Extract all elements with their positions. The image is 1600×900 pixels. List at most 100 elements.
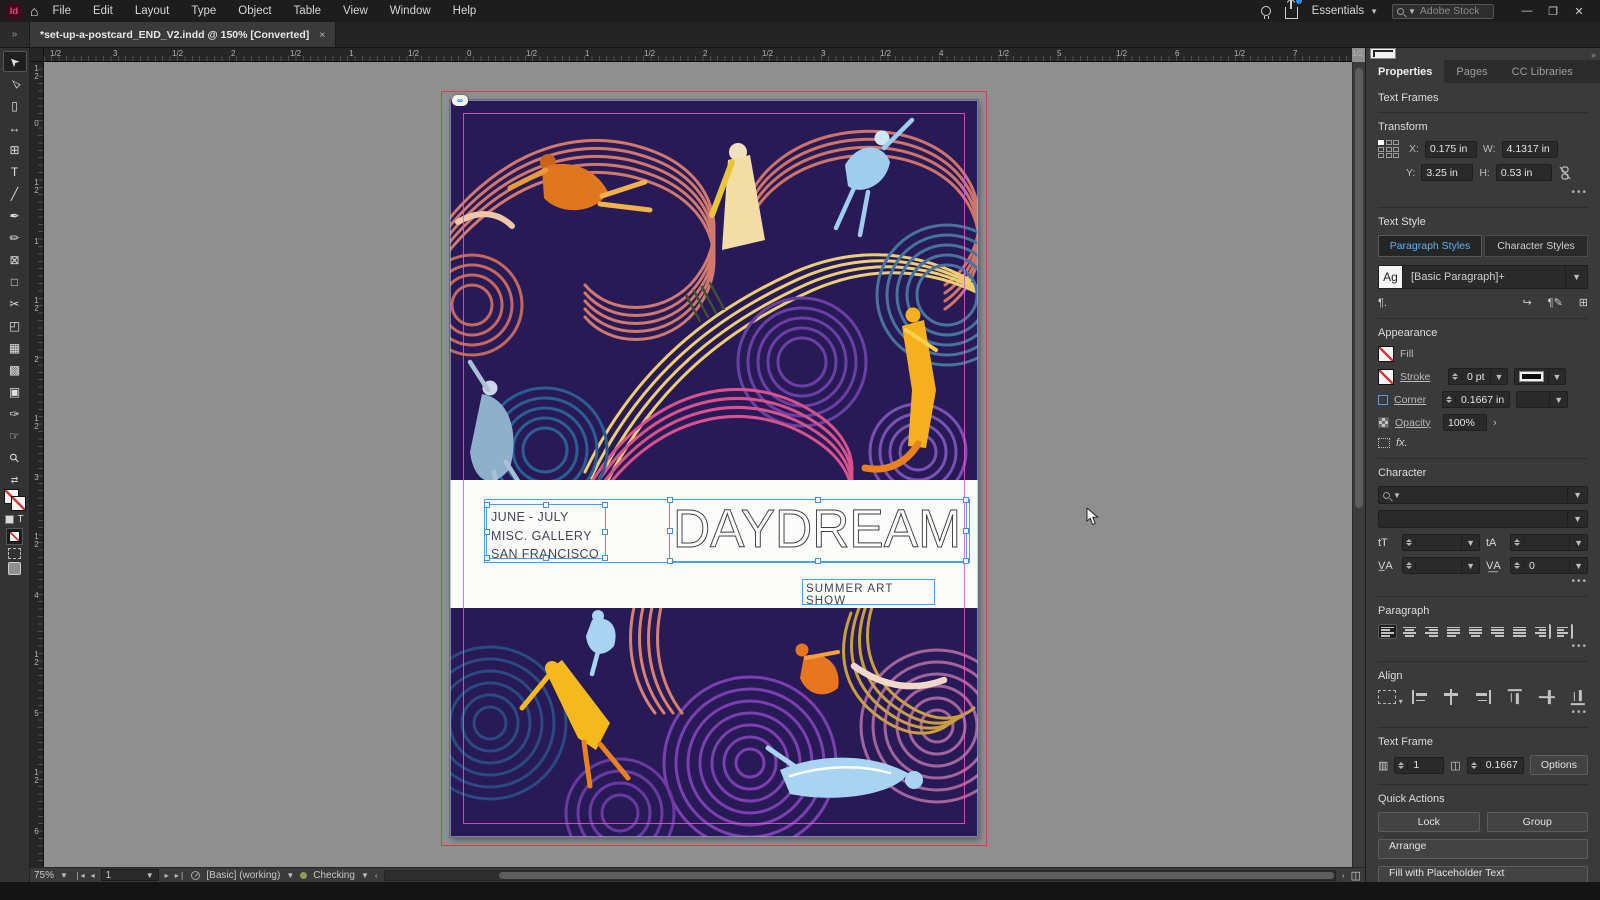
justify-last-right-button[interactable] — [1488, 624, 1507, 639]
view-options-icon[interactable] — [8, 548, 21, 559]
pasteboard[interactable]: ∞ JUNE - JULY MISC. GALLERY SAN FRANCISC… — [44, 62, 1352, 867]
horizontal-scrollbar[interactable] — [383, 869, 1336, 881]
menu-layout[interactable]: Layout — [135, 5, 170, 17]
opacity-field[interactable]: 100% — [1443, 414, 1487, 431]
align-bottom-edges-button[interactable] — [1570, 687, 1586, 707]
indesign-logo[interactable]: Id — [6, 3, 22, 19]
lock-button[interactable]: Lock — [1378, 812, 1480, 832]
scissors-tool[interactable]: ✂ — [3, 293, 27, 314]
reference-point-grid[interactable] — [1378, 140, 1399, 158]
justify-last-left-button[interactable] — [1444, 624, 1463, 639]
menu-file[interactable]: File — [52, 5, 71, 17]
line-tool[interactable]: ╱ — [3, 183, 27, 204]
menu-help[interactable]: Help — [453, 5, 477, 17]
selection-handle[interactable] — [602, 502, 608, 508]
selection-handle[interactable] — [484, 502, 490, 508]
formatting-affects-text-button[interactable]: T — [17, 514, 23, 525]
selection-handle[interactable] — [543, 555, 549, 561]
panel-tab-cc-libraries[interactable]: CC Libraries — [1500, 60, 1585, 83]
justify-all-button[interactable] — [1510, 624, 1529, 639]
apply-none-button[interactable] — [6, 528, 23, 545]
vertical-scrollbar[interactable] — [1352, 62, 1365, 867]
selection-handle[interactable] — [815, 497, 821, 503]
preflight-profile[interactable]: [Basic] (working) — [206, 870, 280, 881]
first-page-button[interactable]: ❘◂ — [74, 871, 85, 880]
page-tool[interactable]: ▯ — [3, 95, 27, 116]
chevron-down-icon[interactable]: ▼ — [286, 871, 294, 880]
selection-handle[interactable] — [963, 558, 969, 564]
menu-table[interactable]: Table — [294, 5, 322, 17]
stroke-swatch-none[interactable] — [10, 496, 26, 511]
selection-handle[interactable] — [602, 555, 608, 561]
zoom-level[interactable]: 75% — [34, 870, 54, 881]
fill-swatch[interactable] — [1378, 346, 1394, 362]
info-text-frame[interactable]: JUNE - JULY MISC. GALLERY SAN FRANCISCO — [484, 502, 608, 561]
learn-lightbulb-icon[interactable] — [1260, 6, 1271, 19]
chevron-down-icon[interactable]: ▼ — [1461, 558, 1479, 573]
align-right-edges-button[interactable] — [1473, 689, 1493, 705]
chevron-down-icon[interactable]: ▼ — [1565, 266, 1587, 288]
more-options-button[interactable]: ••• — [1378, 641, 1588, 652]
collapse-panels-icon[interactable]: » — [1591, 50, 1596, 60]
spread-view-icon[interactable]: ◫ — [1351, 869, 1361, 882]
panel-tab-properties[interactable]: Properties — [1366, 60, 1445, 83]
align-left-button[interactable] — [1378, 624, 1397, 639]
scroll-left-arrow[interactable]: ‹ — [375, 871, 378, 880]
pen-tool[interactable]: ✒ — [3, 205, 27, 226]
vertical-ruler[interactable]: 12 0 12 1 12 2 12 3 12 4 12 5 12 6 — [30, 62, 44, 867]
height-field[interactable]: 0.53 in — [1495, 164, 1552, 181]
x-position-field[interactable]: 0.175 in — [1424, 140, 1477, 158]
direct-selection-tool[interactable]: ▻ — [3, 73, 27, 94]
rectangle-tool[interactable]: □ — [3, 271, 27, 292]
selection-tool[interactable]: ➤ — [2, 51, 27, 72]
next-page-button[interactable]: ▸ — [165, 871, 169, 880]
create-style-icon[interactable]: ⊞ — [1579, 296, 1588, 309]
kerning-stepper[interactable]: ▼ — [1402, 557, 1480, 574]
home-icon[interactable]: ⌂ — [30, 3, 38, 19]
last-page-button[interactable]: ▸❘ — [175, 871, 186, 880]
align-left-edges-button[interactable] — [1410, 689, 1430, 705]
align-center-button[interactable] — [1400, 624, 1419, 639]
content-collector-tool[interactable]: ⊞ — [3, 139, 27, 160]
corner-label[interactable]: Corner — [1394, 394, 1436, 406]
page-number-field[interactable]: 1 ▼ — [100, 869, 159, 881]
menu-type[interactable]: Type — [191, 5, 216, 17]
zoom-tool[interactable]: ⚲ — [3, 447, 27, 468]
align-right-button[interactable] — [1422, 624, 1441, 639]
title-text-frame[interactable]: DAYDREAM — [667, 497, 969, 564]
align-to-dropdown[interactable] — [1378, 690, 1402, 706]
vertical-scrollbar-thumb[interactable] — [1355, 68, 1363, 508]
fill-placeholder-button[interactable]: Fill with Placeholder Text — [1378, 866, 1588, 882]
preflight-status-text[interactable]: Checking — [313, 870, 355, 881]
more-options-button[interactable]: ••• — [1378, 576, 1588, 587]
selection-handle[interactable] — [963, 497, 969, 503]
chevron-down-icon[interactable]: ▼ — [1569, 535, 1587, 550]
formatting-affects-container-button[interactable] — [5, 515, 15, 524]
selection-handle[interactable] — [484, 555, 490, 561]
selection-handle[interactable] — [667, 497, 673, 503]
gutter-stepper[interactable]: 0.1667 — [1466, 756, 1524, 774]
object-effects-icon[interactable] — [1378, 438, 1390, 448]
previous-page-button[interactable]: ◂ — [91, 871, 95, 880]
subtitle-text-frame[interactable]: SUMMER ART SHOW — [802, 579, 935, 607]
tab-paragraph-styles[interactable]: Paragraph Styles — [1378, 235, 1482, 257]
style-override-icon[interactable]: ¶. — [1378, 297, 1387, 309]
gradient-swatch-tool[interactable]: ▦ — [3, 337, 27, 358]
selection-handle[interactable] — [602, 528, 608, 535]
constrain-proportions-icon[interactable] — [1558, 165, 1572, 180]
pencil-tool[interactable]: ✏ — [3, 227, 27, 248]
corner-radius-stepper[interactable]: 0.1667 in — [1442, 391, 1511, 408]
edit-style-icon[interactable]: ¶✎ — [1548, 296, 1563, 309]
close-button[interactable]: ✕ — [1566, 5, 1592, 18]
selection-handle[interactable] — [815, 558, 821, 564]
font-family-field[interactable]: ▼ ▼ — [1378, 486, 1588, 504]
width-field[interactable]: 4.1317 in — [1501, 140, 1558, 158]
panel-tab-pages[interactable]: Pages — [1444, 60, 1499, 83]
font-style-field[interactable]: ▼ — [1378, 510, 1588, 528]
redefine-style-icon[interactable]: ↪ — [1522, 296, 1531, 309]
gap-tool[interactable]: ↔ — [3, 117, 27, 138]
stroke-label[interactable]: Stroke — [1400, 371, 1442, 383]
ruler-origin-box[interactable] — [30, 48, 44, 62]
selection-handle[interactable] — [484, 528, 490, 535]
frame-tool[interactable]: ⊠ — [3, 249, 27, 270]
